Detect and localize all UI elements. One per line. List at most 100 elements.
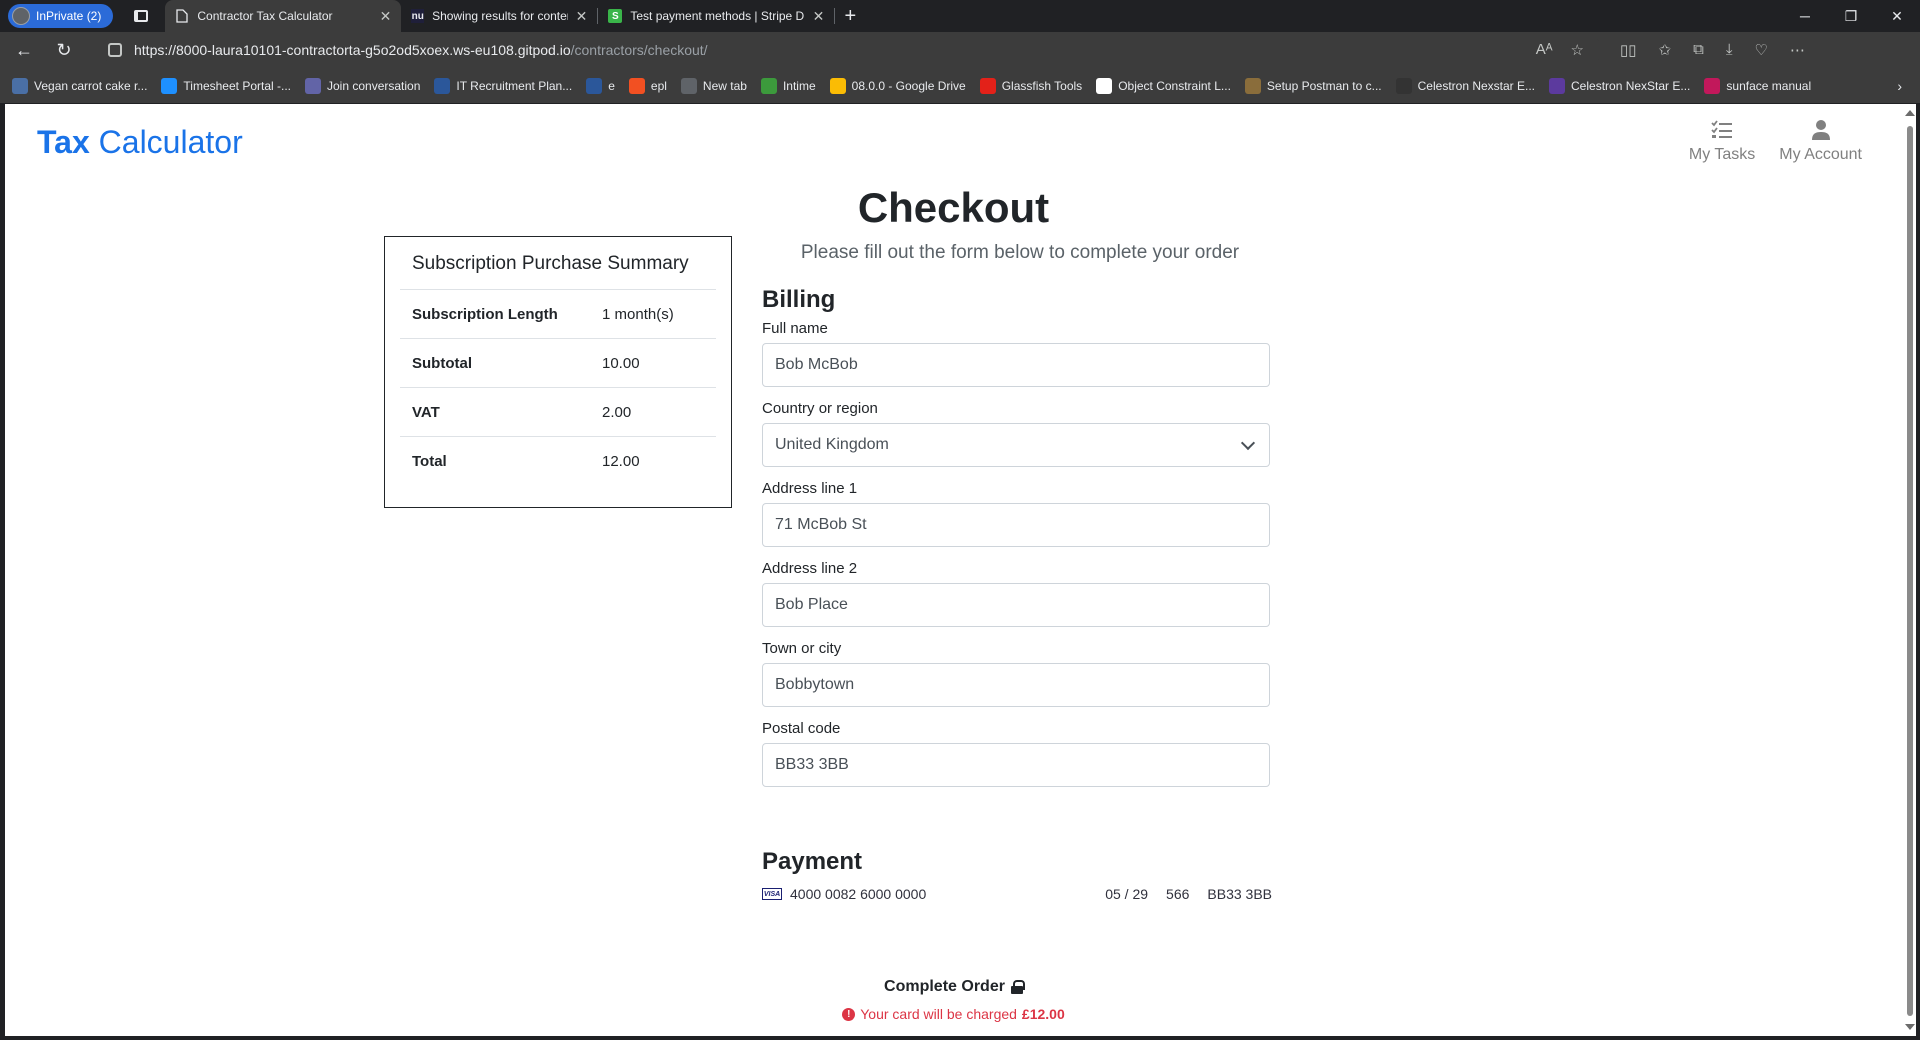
address-line-2-label: Address line 2 (762, 560, 858, 577)
url-field[interactable]: https://8000-laura10101-contractorta-g5o… (102, 36, 1602, 64)
full-name-field[interactable]: Bob McBob (762, 343, 1270, 387)
card-element[interactable]: VISA 4000 0082 6000 0000 05 / 29 566 BB3… (762, 884, 1272, 904)
more-menu-icon[interactable]: ⋯ (1790, 41, 1805, 59)
country-value: United Kingdom (775, 436, 889, 453)
summary-row: VAT 2.00 (400, 388, 716, 437)
card-postcode-field[interactable]: BB33 3BB (1207, 886, 1272, 902)
nav-my-tasks[interactable]: My Tasks (1689, 118, 1755, 164)
read-aloud-icon[interactable]: Aᴬ (1536, 41, 1553, 59)
tab-actions-icon[interactable] (125, 0, 157, 32)
country-select[interactable]: United Kingdom (762, 423, 1270, 467)
bookmark-favicon-icon (161, 77, 178, 94)
summary-row: Total 12.00 (400, 437, 716, 486)
summary-value: 12.00 (602, 453, 640, 470)
close-tab-icon[interactable]: ✕ (380, 8, 392, 25)
tab-stripe-test-payment[interactable]: S Test payment methods | Stripe D ✕ (598, 0, 834, 32)
close-tab-icon[interactable]: ✕ (576, 8, 588, 25)
back-icon[interactable]: ← (8, 34, 40, 66)
bookmark-item[interactable]: Glassfish Tools (979, 77, 1082, 94)
card-number-field[interactable]: 4000 0082 6000 0000 (790, 886, 1105, 902)
nav-my-account[interactable]: My Account (1779, 118, 1862, 164)
bookmark-item[interactable]: epl (628, 77, 667, 94)
minimize-icon[interactable]: ─ (1782, 0, 1828, 32)
restore-icon[interactable]: ❐ (1828, 0, 1874, 32)
bookmark-favicon-icon (1549, 77, 1566, 94)
payment-section: Payment VISA 4000 0082 6000 0000 05 / 29… (762, 848, 1272, 904)
bookmark-item[interactable]: Intime (760, 77, 816, 94)
bookmark-item[interactable]: IT Recruitment Plan... (434, 77, 573, 94)
stripe-s-icon: S (608, 9, 623, 23)
scroll-down-icon[interactable] (1905, 1024, 1915, 1030)
bookmark-item[interactable]: Celestron Nexstar E... (1395, 77, 1535, 94)
page-icon (175, 9, 189, 23)
tab-showing-results[interactable]: nu Showing results for contents of t ✕ (401, 0, 597, 32)
tab-contractor-tax-calculator[interactable]: Contractor Tax Calculator ✕ (165, 0, 402, 32)
tab-title: Showing results for contents of t (432, 9, 568, 23)
scrollbar-thumb[interactable] (1907, 126, 1913, 1016)
visa-card-icon: VISA (762, 888, 782, 900)
favorites-icon[interactable]: ✩ (1659, 41, 1672, 59)
url-tools: Aᴬ ☆ (1536, 41, 1602, 59)
summary-value: 10.00 (602, 354, 640, 372)
town-label: Town or city (762, 640, 842, 657)
bookmark-label: Celestron NexStar E... (1571, 78, 1691, 93)
split-screen-icon[interactable]: ▯▯ (1620, 41, 1637, 59)
url-path: /contractors/checkout/ (570, 42, 708, 58)
bookmark-item[interactable]: Celestron NexStar E... (1549, 77, 1691, 94)
card-cvc-field[interactable]: 566 (1166, 886, 1189, 902)
lock-icon[interactable] (108, 43, 122, 57)
toolbar-icons: ▯▯ ✩ ⧉ ⤓ ♡ ⋯ (1620, 41, 1821, 59)
bookmark-favicon-icon (12, 77, 28, 94)
bookmark-item[interactable]: New tab (680, 77, 747, 94)
downloads-icon[interactable]: ⤓ (1726, 41, 1733, 59)
bookmark-label: IT Recruitment Plan... (456, 78, 573, 93)
bookmark-item[interactable]: 08.0.0 - Google Drive (829, 77, 966, 94)
payment-heading: Payment (762, 848, 863, 875)
scroll-up-icon[interactable] (1905, 110, 1915, 116)
bookmark-item[interactable]: Vegan carrot cake r... (12, 77, 148, 94)
url-host: https://8000-laura10101-contractorta-g5o… (134, 42, 571, 58)
tab-title: Contractor Tax Calculator (197, 9, 333, 23)
billing-form: Billing Full name Bob McBob Country or r… (762, 286, 1277, 800)
bookmark-favicon-icon (305, 77, 321, 94)
brand-logo[interactable]: Tax Calculator (37, 124, 243, 161)
card-expiry-field[interactable]: 05 / 29 (1105, 886, 1148, 902)
summary-label: VAT (412, 403, 440, 421)
bookmark-item[interactable]: Setup Postman to c... (1244, 77, 1382, 94)
favorite-star-icon[interactable]: ☆ (1571, 41, 1584, 59)
nav-label: My Account (1779, 146, 1862, 163)
new-tab-icon[interactable]: + (835, 5, 865, 28)
complete-order-button[interactable]: Complete Order (884, 978, 1025, 996)
inprivate-profile-button[interactable]: InPrivate (2) (8, 4, 114, 28)
address-line-1-value: 71 McBob St (775, 516, 867, 533)
postal-code-field[interactable]: BB33 3BB (762, 743, 1270, 787)
bookmark-label: Vegan carrot cake r... (34, 78, 148, 93)
summary-row: Subtotal 10.00 (400, 339, 716, 388)
refresh-icon[interactable]: ↻ (48, 34, 80, 66)
address-line-1-field[interactable]: 71 McBob St (762, 503, 1270, 547)
bookmarks-overflow-icon[interactable]: › (1897, 78, 1902, 94)
bookmark-favicon-icon (1244, 77, 1261, 94)
browser-tab-bar: InPrivate (2) Contractor Tax Calculator … (0, 0, 1920, 32)
billing-heading: Billing (762, 286, 836, 313)
bookmark-item[interactable]: Object Constraint L... (1096, 77, 1231, 94)
bookmark-item[interactable]: Join conversation (305, 77, 421, 94)
postal-code-value: BB33 3BB (775, 756, 849, 773)
close-tab-icon[interactable]: ✕ (813, 8, 825, 25)
page-scrollbar[interactable] (1904, 104, 1916, 1036)
address-line-2-field[interactable]: Bob Place (762, 583, 1270, 627)
summary-title: Subscription Purchase Summary (400, 251, 716, 290)
summary-label: Subscription Length (412, 305, 558, 323)
bookmark-item[interactable]: e (586, 77, 615, 94)
bookmark-item[interactable]: Timesheet Portal -... (161, 77, 291, 94)
bookmark-favicon-icon (586, 77, 603, 94)
performance-icon[interactable]: ♡ (1754, 41, 1767, 59)
bookmark-item[interactable]: sunface manual (1704, 77, 1811, 94)
bookmark-label: Join conversation (327, 78, 421, 93)
window-controls: ─ ❐ ✕ (1782, 0, 1920, 32)
close-window-icon[interactable]: ✕ (1874, 0, 1920, 32)
collections-icon[interactable]: ⧉ (1693, 41, 1704, 59)
complete-order-label: Complete Order (884, 978, 1005, 995)
town-field[interactable]: Bobbytown (762, 663, 1270, 707)
bookmark-label: 08.0.0 - Google Drive (851, 78, 966, 93)
